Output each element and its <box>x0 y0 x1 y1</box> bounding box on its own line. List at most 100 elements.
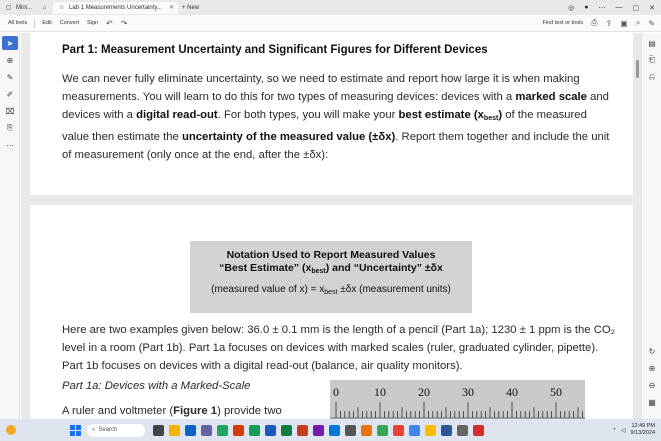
app-icon[interactable] <box>473 424 484 436</box>
zoom-in-icon[interactable]: ⊕ <box>644 361 660 375</box>
attachment-icon[interactable]: ⎌ <box>644 70 660 84</box>
ruler-intro-part: A ruler and voltmeter ( <box>62 405 174 417</box>
ruler-label: 30 <box>462 385 474 399</box>
tab-lab-document[interactable]: ☆ Lab 1 Measurements Uncertainty... ✕ <box>53 1 178 14</box>
bookmark-icon[interactable]: ⎗ <box>644 53 660 67</box>
highlight-icon[interactable]: ✎ <box>2 70 18 84</box>
page-icon: ▢ <box>5 5 12 11</box>
tab-mini[interactable]: ▢ Mini... <box>0 2 36 14</box>
notation-text: (measured value of x) = x <box>211 284 325 295</box>
convert-button[interactable]: Convert <box>56 20 83 26</box>
app-icon[interactable] <box>377 424 388 436</box>
tab-label: Lab 1 Measurements Uncertainty... <box>69 4 162 11</box>
sync-icon[interactable]: ◎ <box>568 4 574 12</box>
stamp-icon[interactable]: ⎘ <box>2 121 18 135</box>
app-icon[interactable] <box>345 424 356 436</box>
clock[interactable]: 12:49 PM 9/13/2024 <box>631 423 655 437</box>
app-icon[interactable] <box>361 424 372 436</box>
clock-time: 12:49 PM <box>631 423 655 429</box>
page-thumb-icon[interactable]: ▦ <box>644 395 660 409</box>
home-icon: ⌂ <box>42 4 47 11</box>
search-icon: ⌕ <box>92 426 96 433</box>
app-icon[interactable] <box>169 424 180 436</box>
taskbar-search[interactable]: ⌕ Search <box>87 423 145 437</box>
xbest-symbol: (x <box>473 109 484 121</box>
text-select-icon[interactable]: ⌧ <box>2 104 18 118</box>
toolbar-divider <box>34 18 36 28</box>
app-icon[interactable] <box>201 424 212 436</box>
app-icon[interactable] <box>249 424 260 436</box>
app-icon[interactable] <box>185 424 196 436</box>
figure-reference: Figure 1 <box>173 405 218 417</box>
document-viewer[interactable]: Part 1: Measurement Uncertainty and Sign… <box>21 33 641 419</box>
menu-icon[interactable]: ⋯ <box>599 4 606 12</box>
part-1a-heading: Part 1a: Devices with a Marked-Scale <box>62 380 251 392</box>
app-icon[interactable] <box>329 424 340 436</box>
app-icon[interactable] <box>425 424 436 436</box>
intro-bold: uncertainty of the measured value (±δx) <box>181 131 396 143</box>
ruler-intro-part: ) provide two <box>217 405 282 417</box>
draw-icon[interactable]: ✐ <box>2 87 18 101</box>
more-tools-icon[interactable]: ⋯ <box>2 138 18 152</box>
zoom-out-icon[interactable]: ⊖ <box>644 378 660 392</box>
taskbar-apps <box>153 424 484 436</box>
rotate-icon[interactable]: ↻ <box>644 344 660 358</box>
close-window-icon[interactable]: ✕ <box>649 4 655 12</box>
widgets-icon[interactable] <box>6 425 16 435</box>
intro-bold: best estimate <box>398 109 471 121</box>
intro-paragraph: We can never fully eliminate uncertainty… <box>62 70 614 164</box>
system-tray: ◔ ◁ 12:49 PM 9/13/2024 <box>612 423 661 437</box>
intro-bold: digital read-out <box>136 109 218 121</box>
search-icon[interactable]: ⌕ <box>636 18 640 28</box>
save-icon[interactable]: ▣ <box>620 19 628 28</box>
start-button-icon[interactable] <box>70 424 81 436</box>
new-tab-button[interactable]: + New <box>178 2 203 14</box>
edit-button[interactable]: Edit <box>38 20 55 26</box>
comment-icon[interactable]: ✎ <box>648 19 655 28</box>
profile-icon[interactable]: ● <box>584 4 588 12</box>
select-tool-icon[interactable]: ➤ <box>2 36 18 50</box>
app-icon[interactable] <box>233 424 244 436</box>
app-icon[interactable] <box>217 424 228 436</box>
undo-icon[interactable]: ↶ <box>102 19 117 28</box>
close-tab-icon[interactable]: ✕ <box>169 4 174 11</box>
add-comment-icon[interactable]: ⊕ <box>2 53 18 67</box>
vertical-scrollbar[interactable] <box>636 60 639 78</box>
page-2: Notation Used to Report Measured Values … <box>30 205 633 419</box>
notation-text: ±δx (measurement units) <box>337 284 451 295</box>
screen: ▢ Mini... ⌂ ☆ Lab 1 Measurements Uncerta… <box>0 0 661 441</box>
share-icon[interactable]: ⇪ <box>606 19 613 28</box>
print-icon[interactable]: ⎙ <box>591 18 597 28</box>
intro-bold: marked scale <box>515 91 587 103</box>
app-icon[interactable] <box>281 424 292 436</box>
wifi-icon[interactable]: ◔ <box>612 427 616 433</box>
app-icon[interactable] <box>409 424 420 436</box>
app-icon[interactable] <box>457 424 468 436</box>
volume-icon[interactable]: ◁ <box>621 427 626 434</box>
home-tab-button[interactable]: ⌂ <box>36 2 53 14</box>
redo-icon[interactable]: ↷ <box>117 19 132 28</box>
app-icon[interactable] <box>153 424 164 436</box>
window-controls: ◎ ● ⋯ — ▢ ✕ <box>568 4 661 12</box>
all-tools-button[interactable]: All tools <box>4 20 31 26</box>
app-icon[interactable] <box>393 424 404 436</box>
app-icon[interactable] <box>313 424 324 436</box>
section-heading: Part 1: Measurement Uncertainty and Sign… <box>62 44 488 56</box>
find-text-field[interactable]: Find text or tools <box>542 20 583 26</box>
ruler-label: 50 <box>550 385 562 399</box>
minimize-icon[interactable]: — <box>616 4 623 12</box>
page-1: Part 1: Measurement Uncertainty and Sign… <box>30 33 633 195</box>
star-icon: ☆ <box>58 5 65 11</box>
app-icon[interactable] <box>441 424 452 436</box>
tab-label: + New <box>181 4 200 11</box>
notation-formula: (measured value of x) = xbest ±δx (measu… <box>190 284 472 296</box>
intro-text: We can never fully eliminate uncertainty… <box>62 73 580 103</box>
panel-icon[interactable]: ▤ <box>644 36 660 50</box>
sign-button[interactable]: Sign <box>83 20 102 26</box>
app-icon[interactable] <box>265 424 276 436</box>
maximize-icon[interactable]: ▢ <box>633 4 640 12</box>
ruler-figure: 0 10 20 30 40 50 <box>330 380 585 419</box>
app-icon[interactable] <box>297 424 308 436</box>
intro-text: . For both types, you will make your <box>217 109 399 121</box>
ruler-label: 10 <box>374 385 386 399</box>
